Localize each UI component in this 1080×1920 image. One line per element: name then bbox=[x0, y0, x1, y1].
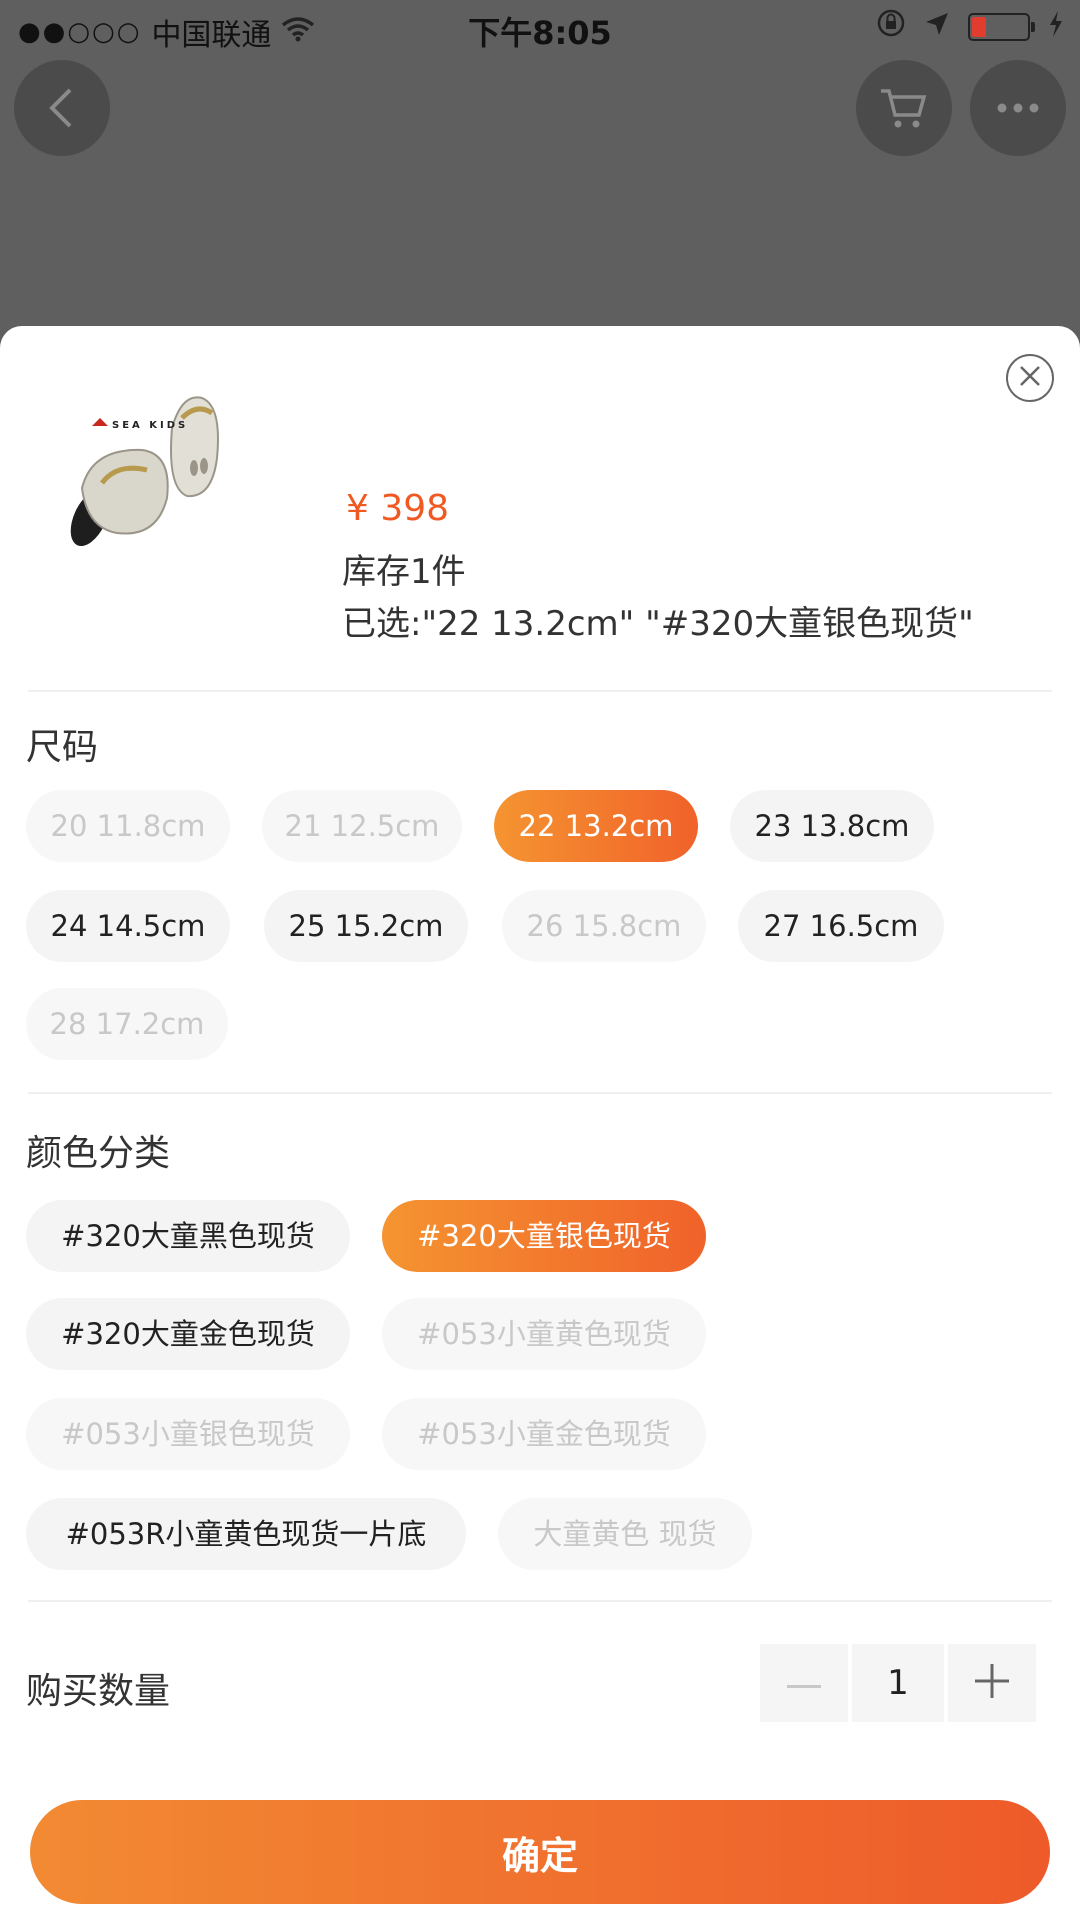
color-option[interactable]: #053小童黄色现货 bbox=[382, 1298, 706, 1370]
size-option[interactable]: 26 15.8cm bbox=[502, 890, 706, 962]
chevron-left-icon bbox=[44, 86, 80, 130]
color-option[interactable]: #320大童黑色现货 bbox=[26, 1200, 350, 1272]
divider bbox=[28, 690, 1052, 692]
color-option[interactable]: #320大童金色现货 bbox=[26, 1298, 350, 1370]
back-button[interactable] bbox=[14, 60, 110, 156]
selected-spec-text: 已选:"22 13.2cm" "#320大童银色现货" bbox=[342, 604, 974, 644]
size-option[interactable]: 27 16.5cm bbox=[738, 890, 944, 962]
battery-icon bbox=[968, 13, 1035, 41]
location-arrow-icon bbox=[924, 10, 950, 45]
size-option[interactable]: 25 15.2cm bbox=[264, 890, 468, 962]
confirm-button[interactable]: 确定 bbox=[30, 1800, 1050, 1904]
sku-selection-sheet: SEA KIDS ¥ 398 库存1件 已选:"22 13.2cm" "#320… bbox=[0, 326, 1080, 1920]
orientation-lock-icon bbox=[876, 8, 906, 46]
decrease-button[interactable] bbox=[760, 1644, 848, 1722]
status-bar: ●●○○○ 中国联通 下午8:05 bbox=[0, 0, 1080, 54]
color-section-title: 颜色分类 bbox=[26, 1133, 171, 1174]
size-option[interactable]: 20 11.8cm bbox=[26, 790, 230, 862]
size-option[interactable]: 21 12.5cm bbox=[262, 790, 462, 862]
increase-button[interactable] bbox=[948, 1644, 1036, 1722]
divider bbox=[28, 1600, 1052, 1602]
svg-text:SEA KIDS: SEA KIDS bbox=[112, 420, 188, 431]
close-button[interactable] bbox=[1006, 354, 1054, 402]
product-image: SEA KIDS bbox=[62, 388, 252, 568]
minus-icon bbox=[787, 1674, 821, 1693]
cart-icon bbox=[879, 85, 929, 131]
color-option[interactable]: #053R小童黄色现货一片底 bbox=[26, 1498, 466, 1570]
more-button[interactable] bbox=[970, 60, 1066, 156]
quantity-label: 购买数量 bbox=[26, 1671, 171, 1712]
color-option[interactable]: 大童黄色 现货 bbox=[498, 1498, 752, 1570]
size-option[interactable]: 28 17.2cm bbox=[26, 988, 228, 1060]
size-option[interactable]: 22 13.2cm bbox=[494, 790, 698, 862]
charging-bolt-icon bbox=[1048, 10, 1064, 45]
color-option[interactable]: #320大童银色现货 bbox=[382, 1200, 706, 1272]
more-dots-icon bbox=[996, 103, 1040, 113]
size-option[interactable]: 24 14.5cm bbox=[26, 890, 230, 962]
size-section-title: 尺码 bbox=[26, 727, 99, 768]
cart-button[interactable] bbox=[856, 60, 952, 156]
close-icon bbox=[1018, 364, 1042, 392]
plus-icon bbox=[975, 1664, 1009, 1702]
quantity-value[interactable]: 1 bbox=[852, 1644, 944, 1722]
stock-text: 库存1件 bbox=[342, 552, 466, 592]
price-text: ¥ 398 bbox=[346, 488, 450, 529]
size-option[interactable]: 23 13.8cm bbox=[730, 790, 934, 862]
color-option[interactable]: #053小童金色现货 bbox=[382, 1398, 706, 1470]
divider bbox=[28, 1092, 1052, 1094]
color-option[interactable]: #053小童银色现货 bbox=[26, 1398, 350, 1470]
quantity-stepper: 1 bbox=[760, 1644, 1036, 1722]
